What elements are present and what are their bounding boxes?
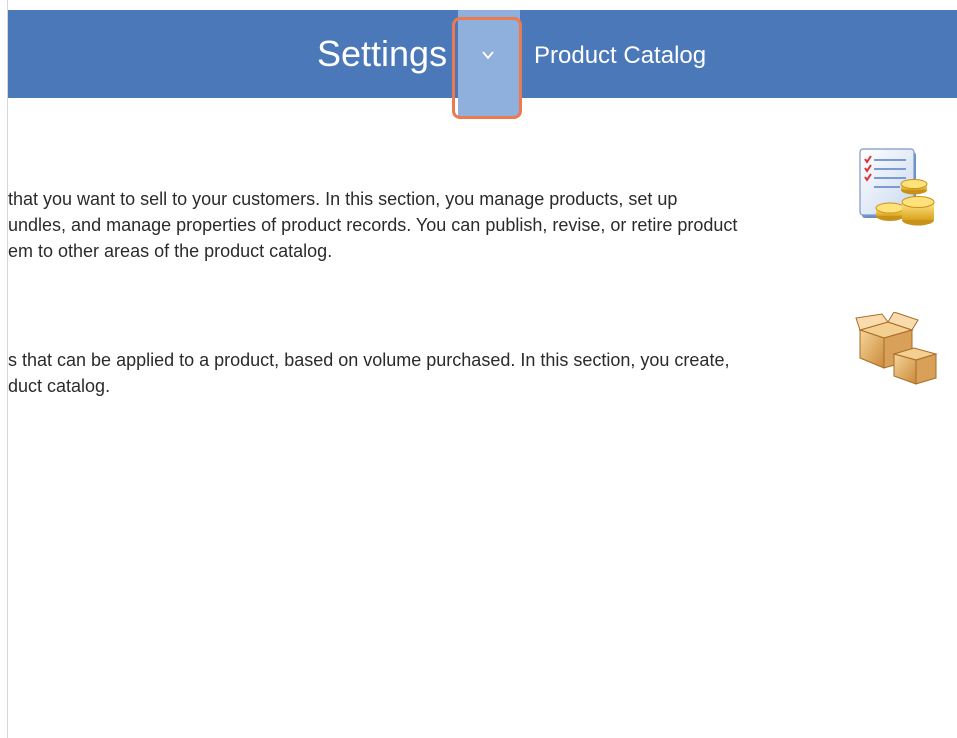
- settings-title[interactable]: Settings: [317, 32, 447, 76]
- chevron-down-icon: [482, 51, 494, 60]
- products-description: that you want to sell to your customers.…: [8, 186, 737, 264]
- product-boxes-icon[interactable]: [854, 312, 940, 388]
- description-line: s that can be applied to a product, base…: [8, 350, 730, 370]
- description-line: undles, and manage properties of product…: [8, 215, 738, 235]
- description-line: that you want to sell to your customers.…: [8, 189, 678, 209]
- description-line: em to other areas of the product catalog…: [8, 241, 333, 261]
- description-line: duct catalog.: [8, 376, 111, 396]
- breadcrumb-product-catalog[interactable]: Product Catalog: [534, 41, 706, 71]
- discount-lists-description: s that can be applied to a product, base…: [8, 347, 729, 399]
- price-list-coins-icon[interactable]: [856, 146, 940, 232]
- settings-page: Settings Product Catalog that you want t…: [0, 0, 957, 738]
- settings-dropdown-button[interactable]: [458, 10, 520, 116]
